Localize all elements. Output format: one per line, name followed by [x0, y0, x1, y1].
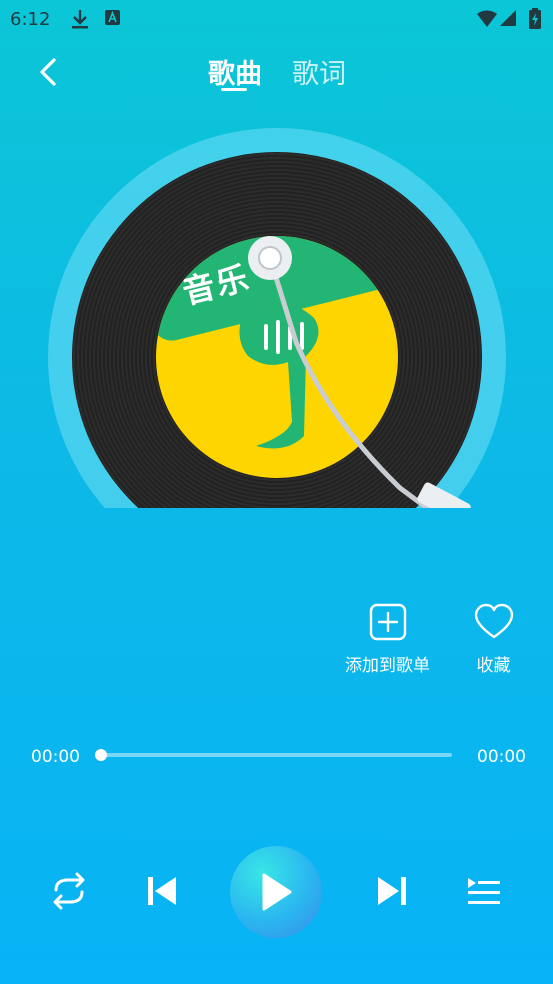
previous-icon[interactable]: [144, 873, 180, 909]
add-to-playlist-label: 添加到歌单: [345, 656, 430, 676]
play-button[interactable]: [230, 846, 322, 938]
favorite-label: 收藏: [476, 656, 511, 676]
back-arrow-icon[interactable]: [34, 56, 66, 88]
battery-icon: [529, 8, 541, 29]
app-a-icon: [105, 10, 120, 25]
tonearm: [248, 236, 471, 508]
loop-icon[interactable]: [48, 872, 90, 910]
playlist-icon[interactable]: [466, 876, 502, 908]
progress-track[interactable]: [100, 753, 452, 757]
download-icon: [72, 10, 88, 29]
status-time: 6:12: [10, 9, 51, 30]
play-icon: [262, 873, 292, 911]
album-art-area: 音乐: [0, 100, 553, 508]
heart-icon: [474, 603, 513, 639]
total-time: 00:00: [477, 747, 526, 767]
signal-icon: [500, 10, 516, 26]
next-icon[interactable]: [374, 873, 410, 909]
add-square-icon: [369, 603, 406, 641]
favorite-button[interactable]: 收藏: [466, 603, 521, 676]
add-to-playlist-button[interactable]: 添加到歌单: [340, 603, 435, 676]
active-tab-indicator: [221, 88, 247, 91]
status-bar: 6:12: [0, 0, 553, 36]
wifi-icon: [477, 10, 497, 27]
tab-lyrics[interactable]: 歌词: [292, 52, 346, 91]
current-time: 00:00: [31, 747, 80, 767]
progress-thumb[interactable]: [95, 749, 107, 761]
tab-song[interactable]: 歌曲: [208, 52, 262, 91]
